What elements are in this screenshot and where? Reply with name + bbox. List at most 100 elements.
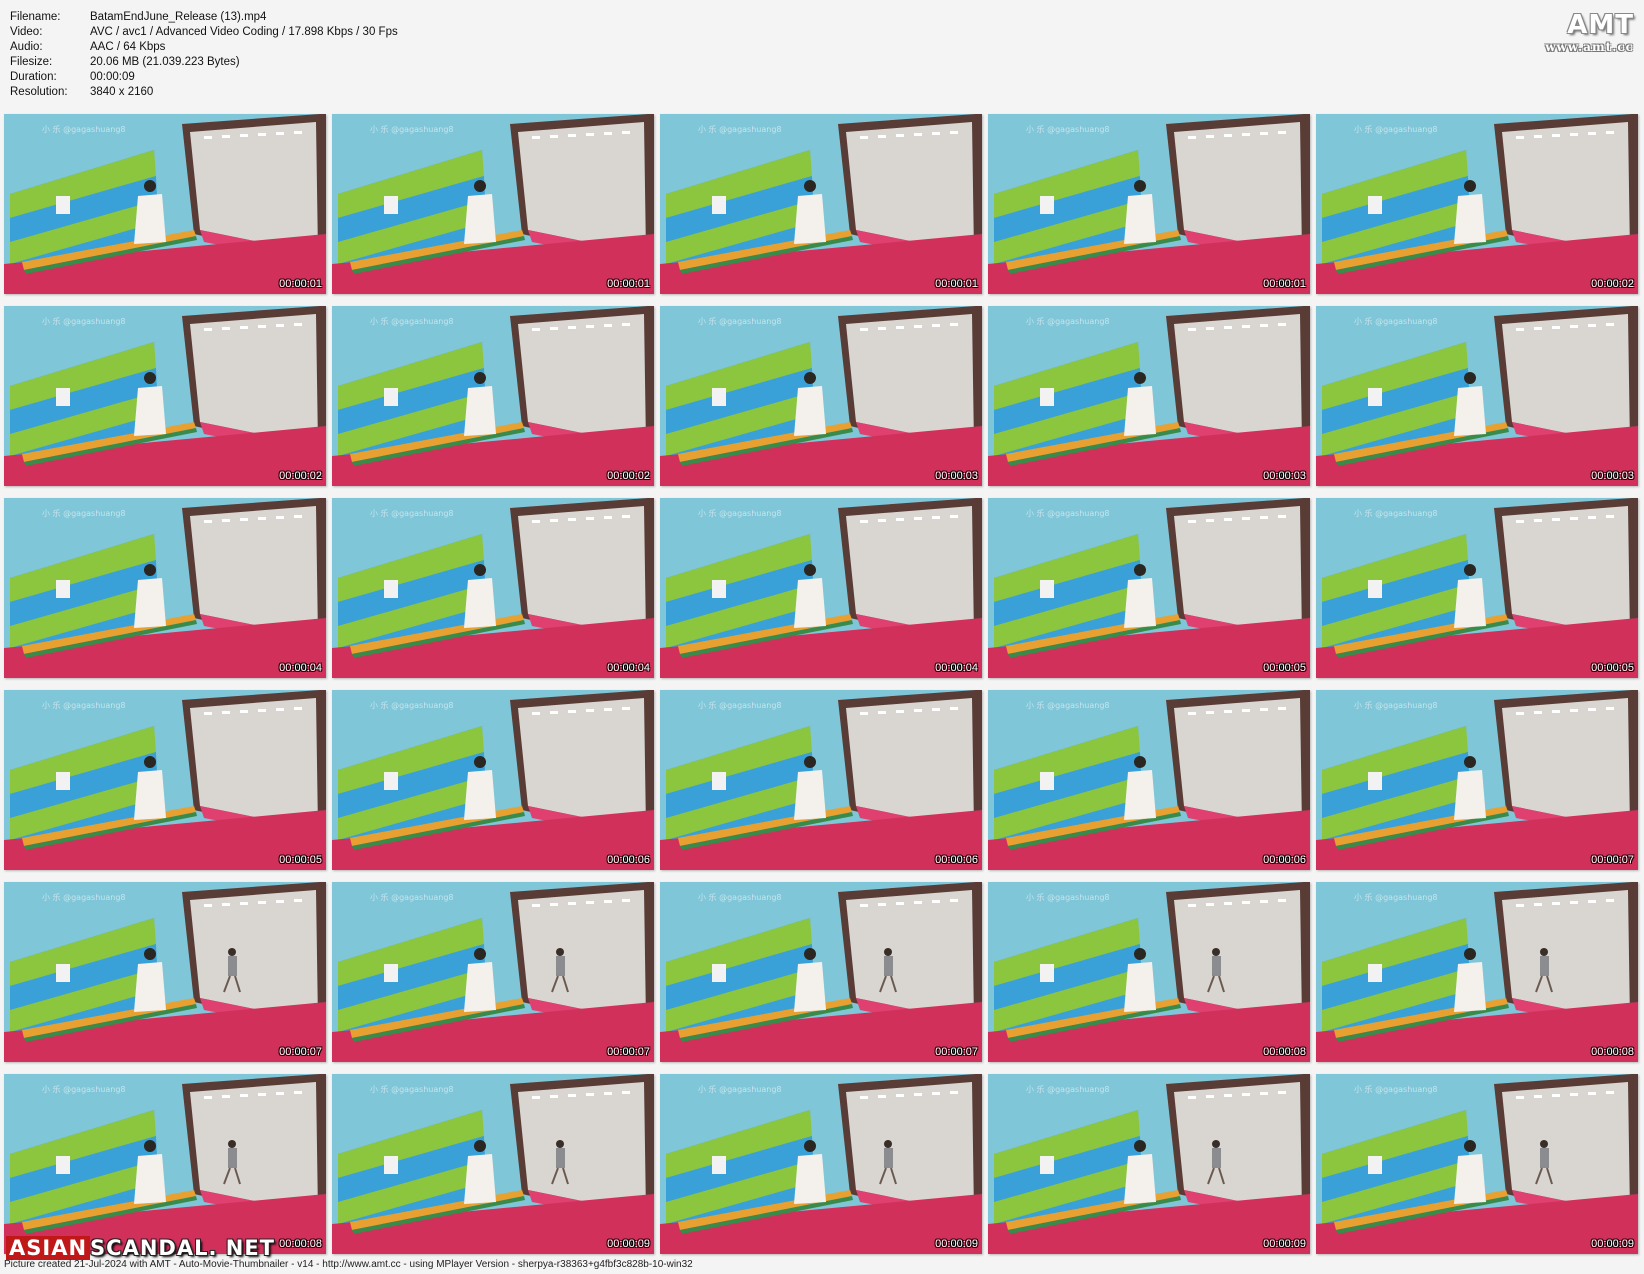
frame-watermark: 小 乐 @gagashuang8 — [1026, 125, 1110, 134]
frame-watermark: 小 乐 @gagashuang8 — [1354, 701, 1438, 710]
video-thumbnail[interactable]: 小 乐 @gagashuang8 00:00:08 — [4, 1074, 326, 1254]
thumbnail-scene — [1316, 882, 1638, 1062]
video-thumbnail[interactable]: 小 乐 @gagashuang8 00:00:01 — [4, 114, 326, 294]
video-thumbnail[interactable]: 小 乐 @gagashuang8 00:00:04 — [332, 498, 654, 678]
thumbnail-timestamp: 00:00:05 — [1263, 662, 1306, 674]
thumbnail-scene — [332, 882, 654, 1062]
video-thumbnail[interactable]: 小 乐 @gagashuang8 00:00:05 — [1316, 498, 1638, 678]
logo-text: AMT — [1567, 10, 1634, 40]
thumbnail-timestamp: 00:00:07 — [935, 1046, 978, 1058]
info-key: Filesize: — [10, 56, 53, 68]
thumbnail-timestamp: 00:00:01 — [935, 278, 978, 290]
video-thumbnail[interactable]: 小 乐 @gagashuang8 00:00:03 — [1316, 306, 1638, 486]
video-thumbnail[interactable]: 小 乐 @gagashuang8 00:00:03 — [988, 306, 1310, 486]
video-thumbnail[interactable]: 小 乐 @gagashuang8 00:00:08 — [1316, 882, 1638, 1062]
video-thumbnail[interactable]: 小 乐 @gagashuang8 00:00:09 — [988, 1074, 1310, 1254]
video-thumbnail[interactable]: 小 乐 @gagashuang8 00:00:02 — [332, 306, 654, 486]
thumbnail-timestamp: 00:00:01 — [607, 278, 650, 290]
video-thumbnail[interactable]: 小 乐 @gagashuang8 00:00:07 — [332, 882, 654, 1062]
brand-part-1: ASIAN — [6, 1236, 91, 1260]
thumbnail-scene — [660, 114, 982, 294]
info-key: Filename: — [10, 11, 61, 23]
frame-watermark: 小 乐 @gagashuang8 — [370, 125, 454, 134]
info-value: AAC / 64 Kbps — [90, 41, 166, 53]
video-thumbnail[interactable]: 小 乐 @gagashuang8 00:00:04 — [4, 498, 326, 678]
video-thumbnail[interactable]: 小 乐 @gagashuang8 00:00:01 — [988, 114, 1310, 294]
thumbnail-timestamp: 00:00:04 — [935, 662, 978, 674]
frame-watermark: 小 乐 @gagashuang8 — [42, 125, 126, 134]
thumbnail-timestamp: 00:00:08 — [279, 1238, 322, 1250]
frame-watermark: 小 乐 @gagashuang8 — [1354, 893, 1438, 902]
thumbnail-timestamp: 00:00:07 — [607, 1046, 650, 1058]
frame-watermark: 小 乐 @gagashuang8 — [698, 509, 782, 518]
video-thumbnail[interactable]: 小 乐 @gagashuang8 00:00:01 — [332, 114, 654, 294]
video-thumbnail[interactable]: 小 乐 @gagashuang8 00:00:05 — [4, 690, 326, 870]
video-thumbnail[interactable]: 小 乐 @gagashuang8 00:00:02 — [4, 306, 326, 486]
video-thumbnail[interactable]: 小 乐 @gagashuang8 00:00:06 — [988, 690, 1310, 870]
thumbnail-scene — [660, 882, 982, 1062]
thumbnail-scene — [988, 1074, 1310, 1254]
thumbnail-scene — [988, 882, 1310, 1062]
frame-watermark: 小 乐 @gagashuang8 — [370, 317, 454, 326]
thumbnail-timestamp: 00:00:06 — [1263, 854, 1306, 866]
video-thumbnail[interactable]: 小 乐 @gagashuang8 00:00:07 — [4, 882, 326, 1062]
thumbnail-timestamp: 00:00:04 — [607, 662, 650, 674]
footer-credit: Picture created 21-Jul-2024 with AMT - A… — [4, 1259, 693, 1270]
brand-part-2: SCANDAL — [90, 1236, 209, 1260]
info-key: Audio: — [10, 41, 43, 53]
thumbnail-scene — [4, 690, 326, 870]
thumbnail-timestamp: 00:00:06 — [935, 854, 978, 866]
brand-watermark: ASIAN SCANDAL. NET — [6, 1236, 275, 1260]
thumbnail-scene — [1316, 1074, 1638, 1254]
logo-url: www.amt.cc — [1545, 40, 1634, 54]
frame-watermark: 小 乐 @gagashuang8 — [698, 701, 782, 710]
info-key: Resolution: — [10, 86, 68, 98]
thumbnail-timestamp: 00:00:02 — [607, 470, 650, 482]
thumbnail-scene — [1316, 690, 1638, 870]
frame-watermark: 小 乐 @gagashuang8 — [42, 893, 126, 902]
thumbnail-scene — [4, 1074, 326, 1254]
video-thumbnail[interactable]: 小 乐 @gagashuang8 00:00:08 — [988, 882, 1310, 1062]
video-thumbnail[interactable]: 小 乐 @gagashuang8 00:00:06 — [660, 690, 982, 870]
video-thumbnail[interactable]: 小 乐 @gagashuang8 00:00:09 — [1316, 1074, 1638, 1254]
info-row: Filename: BatamEndJune_Release (13).mp4 — [10, 10, 398, 25]
video-thumbnail[interactable]: 小 乐 @gagashuang8 00:00:01 — [660, 114, 982, 294]
info-row: Duration: 00:00:09 — [10, 70, 398, 85]
info-value: 20.06 MB (21.039.223 Bytes) — [90, 56, 240, 68]
video-thumbnail[interactable]: 小 乐 @gagashuang8 00:00:07 — [660, 882, 982, 1062]
file-info: Filename: BatamEndJune_Release (13).mp4 Vi… — [10, 10, 398, 100]
thumbnail-timestamp: 00:00:05 — [1591, 662, 1634, 674]
video-thumbnail[interactable]: 小 乐 @gagashuang8 00:00:09 — [660, 1074, 982, 1254]
thumbnail-timestamp: 00:00:04 — [279, 662, 322, 674]
thumbnail-scene — [988, 498, 1310, 678]
frame-watermark: 小 乐 @gagashuang8 — [1354, 509, 1438, 518]
info-value: 00:00:09 — [90, 71, 135, 83]
info-row: Video: AVC / avc1 / Advanced Video Coding… — [10, 25, 398, 40]
video-thumbnail[interactable]: 小 乐 @gagashuang8 00:00:07 — [1316, 690, 1638, 870]
video-thumbnail[interactable]: 小 乐 @gagashuang8 00:00:03 — [660, 306, 982, 486]
info-row: Resolution: 3840 x 2160 — [10, 85, 398, 100]
thumbnail-scene — [1316, 498, 1638, 678]
amt-logo: AMT www.amt.cc — [1534, 10, 1634, 54]
video-thumbnail[interactable]: 小 乐 @gagashuang8 00:00:05 — [988, 498, 1310, 678]
thumbnail-timestamp: 00:00:03 — [1591, 470, 1634, 482]
video-thumbnail[interactable]: 小 乐 @gagashuang8 00:00:06 — [332, 690, 654, 870]
thumbnail-timestamp: 00:00:01 — [1263, 278, 1306, 290]
thumbnail-timestamp: 00:00:08 — [1591, 1046, 1634, 1058]
thumbnail-scene — [1316, 114, 1638, 294]
frame-watermark: 小 乐 @gagashuang8 — [698, 317, 782, 326]
info-row: Audio: AAC / 64 Kbps — [10, 40, 398, 55]
thumbnail-timestamp: 00:00:03 — [935, 470, 978, 482]
info-value: BatamEndJune_Release (13).mp4 — [90, 11, 267, 23]
video-thumbnail[interactable]: 小 乐 @gagashuang8 00:00:02 — [1316, 114, 1638, 294]
info-key: Duration: — [10, 71, 57, 83]
thumbnail-timestamp: 00:00:08 — [1263, 1046, 1306, 1058]
frame-watermark: 小 乐 @gagashuang8 — [370, 1085, 454, 1094]
thumbnail-scene — [660, 306, 982, 486]
video-thumbnail[interactable]: 小 乐 @gagashuang8 00:00:09 — [332, 1074, 654, 1254]
video-thumbnail[interactable]: 小 乐 @gagashuang8 00:00:04 — [660, 498, 982, 678]
frame-watermark: 小 乐 @gagashuang8 — [1026, 893, 1110, 902]
frame-watermark: 小 乐 @gagashuang8 — [42, 317, 126, 326]
thumbnail-scene — [4, 114, 326, 294]
thumbnail-scene — [332, 690, 654, 870]
